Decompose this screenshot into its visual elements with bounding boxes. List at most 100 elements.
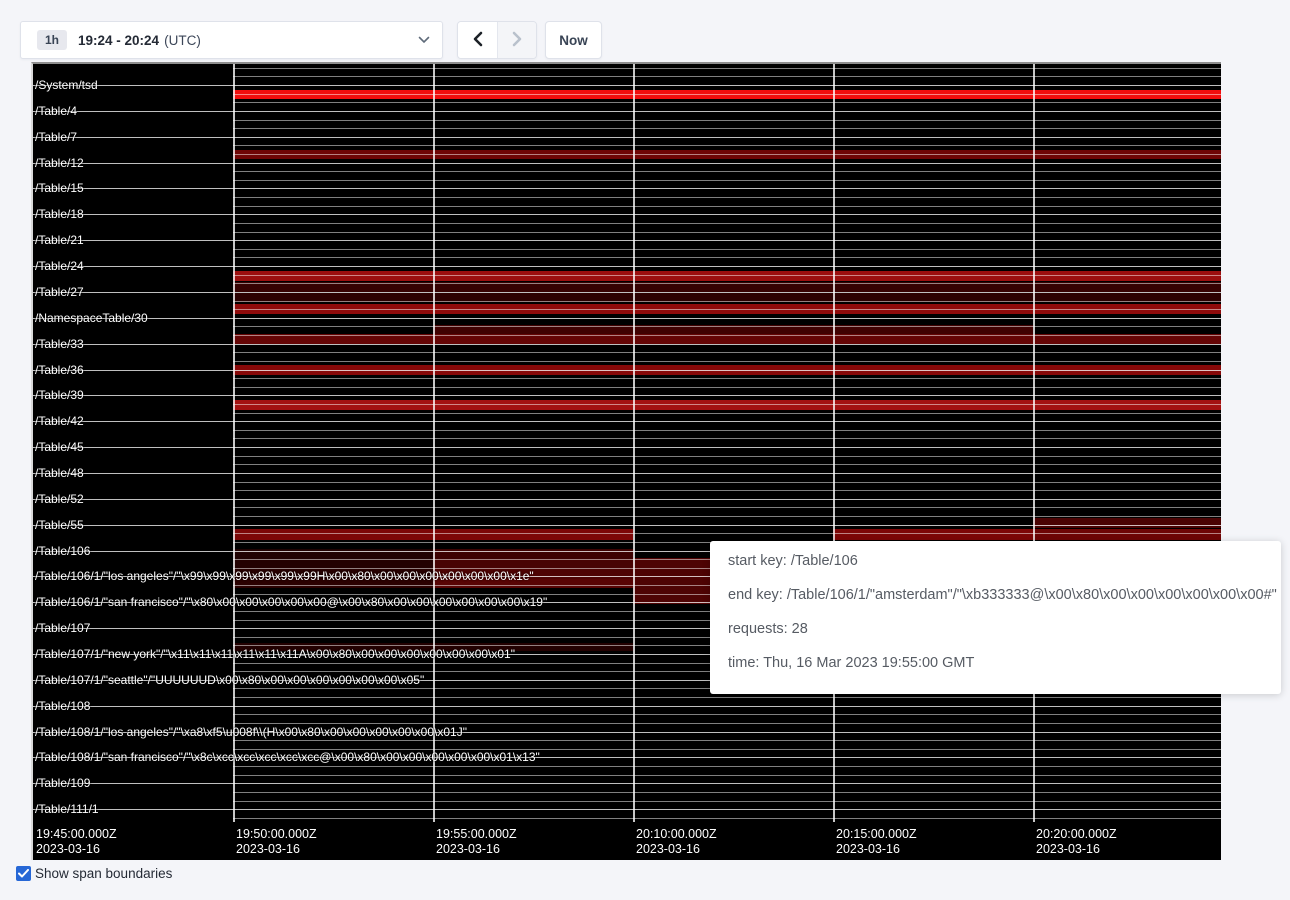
time-range-label: 19:24 - 20:24 — [78, 33, 159, 48]
span-boundary-line — [33, 137, 1221, 138]
key-span-label: /Table/39 — [35, 389, 84, 401]
heatmap-hot-band — [233, 271, 1221, 281]
span-boundary-line — [33, 85, 1221, 86]
time-window-select[interactable]: 1h 19:24 - 20:24 (UTC) — [20, 21, 443, 59]
subrow-grid-line — [233, 223, 1221, 224]
key-visualizer-heatmap[interactable]: /System/tsd/Table/4/Table/7/Table/12/Tab… — [31, 62, 1221, 860]
key-span-label: /NamespaceTable/30 — [35, 312, 148, 324]
hover-tooltip: start key: /Table/106 end key: /Table/10… — [710, 541, 1281, 694]
prev-window-button[interactable] — [458, 22, 497, 58]
span-boundary-line — [33, 266, 1221, 267]
tooltip-requests: requests: 28 — [728, 622, 1263, 637]
heatmap-hot-band — [833, 529, 1033, 540]
time-axis-tick: 19:55:00.000Z2023-03-16 — [436, 827, 517, 857]
key-span-label: /Table/15 — [35, 182, 84, 194]
time-axis-tick: 20:20:00.000Z2023-03-16 — [1036, 827, 1117, 857]
subrow-grid-line — [233, 818, 1221, 819]
chevron-left-icon — [472, 31, 483, 50]
subrow-grid-line — [233, 335, 1221, 336]
subrow-grid-line — [233, 792, 1221, 793]
subrow-grid-line — [233, 482, 1221, 483]
key-span-label: /Table/108/1/"los angeles"/"\xa8\xf5\u00… — [35, 726, 467, 738]
tooltip-start-key: start key: /Table/106 — [728, 554, 1263, 569]
chevron-down-icon — [418, 36, 430, 44]
subrow-grid-line — [233, 232, 1221, 233]
key-span-label: /Table/106 — [35, 545, 90, 557]
key-span-label: /Table/106/1/"san francisco"/"\x80\x00\x… — [35, 596, 547, 608]
span-boundary-line — [33, 370, 1221, 371]
subrow-grid-line — [233, 102, 1221, 103]
show-span-boundaries-checkbox[interactable] — [16, 866, 31, 881]
span-boundary-line — [33, 395, 1221, 396]
next-window-button[interactable] — [497, 22, 536, 58]
time-bucket-grid-line — [1033, 64, 1035, 822]
span-boundary-line — [33, 447, 1221, 448]
heatmap-hot-band — [1033, 518, 1221, 528]
subrow-grid-line — [233, 197, 1221, 198]
key-span-label: /Table/107/1/"seattle"/"UUUUUUD\x00\x80\… — [35, 674, 424, 686]
subrow-grid-line — [233, 516, 1221, 517]
subrow-grid-line — [233, 309, 1221, 310]
heatmap-hot-band — [633, 558, 710, 604]
subrow-grid-line — [233, 378, 1221, 379]
subrow-grid-line — [233, 283, 1221, 284]
span-boundary-line — [33, 809, 1221, 810]
key-span-label: /Table/55 — [35, 519, 84, 531]
subrow-grid-line — [233, 697, 1221, 698]
time-bucket-grid-line — [433, 64, 435, 822]
time-axis-tick: 19:50:00.000Z2023-03-16 — [236, 827, 317, 857]
subrow-grid-line — [233, 94, 1221, 95]
span-boundary-line — [33, 344, 1221, 345]
key-span-label: /Table/106/1/"los angeles"/"\x99\x99\x99… — [35, 570, 534, 582]
key-span-label: /Table/107/1/"new york"/"\x11\x11\x11\x1… — [35, 648, 515, 660]
key-span-label: /Table/24 — [35, 260, 84, 272]
subrow-grid-line — [233, 740, 1221, 741]
subrow-grid-line — [233, 801, 1221, 802]
span-boundary-line — [33, 421, 1221, 422]
key-span-label: /Table/45 — [35, 441, 84, 453]
subrow-grid-line — [233, 490, 1221, 491]
subrow-grid-line — [233, 387, 1221, 388]
time-axis-tick: 19:45:00.000Z2023-03-16 — [36, 827, 117, 857]
key-span-label: /Table/12 — [35, 157, 84, 169]
span-boundary-line — [33, 525, 1221, 526]
duration-badge: 1h — [37, 30, 67, 50]
span-boundary-line — [33, 783, 1221, 784]
show-span-boundaries-label: Show span boundaries — [35, 866, 172, 881]
span-boundary-line — [33, 163, 1221, 164]
subrow-grid-line — [233, 507, 1221, 508]
subrow-grid-line — [233, 326, 1221, 327]
key-span-label: /Table/111/1 — [35, 803, 99, 815]
span-boundary-line — [33, 706, 1221, 707]
key-span-label: /Table/48 — [35, 467, 84, 479]
subrow-grid-line — [233, 723, 1221, 724]
key-span-label: /Table/21 — [35, 234, 84, 246]
key-span-label: /Table/108/1/"san francisco"/"\x8c\xcc\x… — [35, 751, 540, 763]
subrow-grid-line — [233, 76, 1221, 77]
key-span-label: /System/tsd — [35, 79, 98, 91]
span-boundary-line — [33, 499, 1221, 500]
time-bucket-grid-line — [833, 64, 835, 822]
subrow-grid-line — [233, 430, 1221, 431]
subrow-grid-line — [233, 275, 1221, 276]
subrow-grid-line — [233, 404, 1221, 405]
span-boundary-line — [33, 318, 1221, 319]
subrow-grid-line — [233, 775, 1221, 776]
subrow-grid-line — [233, 171, 1221, 172]
subrow-grid-line — [233, 68, 1221, 69]
key-span-label: /Table/18 — [35, 208, 84, 220]
key-span-label: /Table/33 — [35, 338, 84, 350]
subrow-grid-line — [233, 257, 1221, 258]
now-button[interactable]: Now — [545, 21, 602, 59]
timezone-label: (UTC) — [164, 33, 201, 48]
subrow-grid-line — [233, 413, 1221, 414]
time-axis-tick: 20:10:00.000Z2023-03-16 — [636, 827, 717, 857]
key-span-label: /Table/7 — [35, 131, 77, 143]
subrow-grid-line — [233, 464, 1221, 465]
chevron-right-icon — [512, 31, 523, 50]
tooltip-time: time: Thu, 16 Mar 2023 19:55:00 GMT — [728, 656, 1263, 671]
subrow-grid-line — [233, 438, 1221, 439]
subrow-grid-line — [233, 128, 1221, 129]
time-bucket-grid-line — [233, 64, 235, 822]
time-bucket-grid-line — [633, 64, 635, 822]
